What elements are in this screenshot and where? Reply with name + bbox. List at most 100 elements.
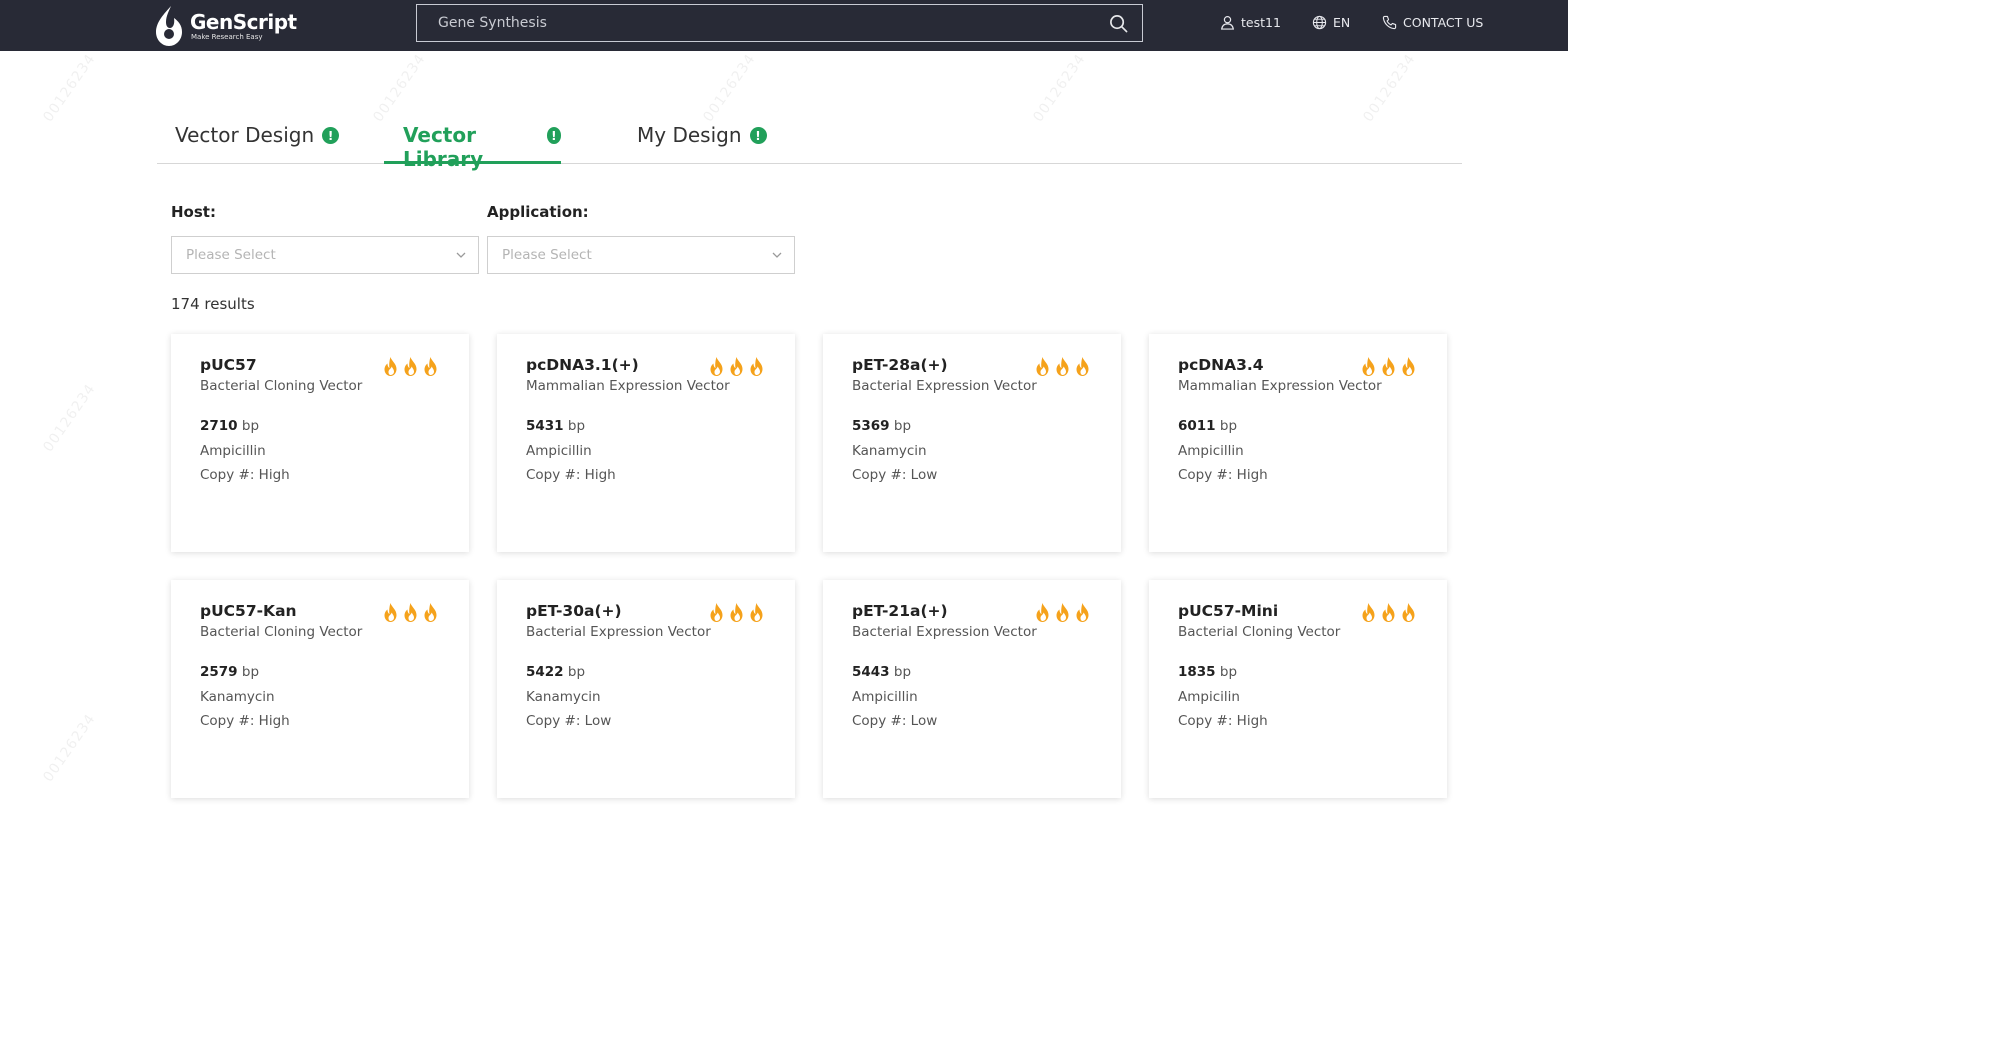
popularity-rating — [708, 602, 765, 623]
vector-size-unit: bp — [1219, 664, 1238, 680]
vector-resistance: Kanamycin — [852, 443, 927, 459]
vector-name: pUC57 — [200, 356, 257, 374]
vector-copy-number: Copy #: High — [200, 713, 290, 729]
watermark: 00126234 — [40, 710, 99, 786]
info-icon[interactable]: ! — [749, 127, 767, 144]
vector-copy-number: Copy #: High — [1178, 713, 1268, 729]
vector-name: pET-21a(+) — [852, 602, 948, 620]
vector-size: 1835 bp — [1178, 664, 1237, 680]
tab-label: My Design — [637, 123, 742, 147]
brand-tagline: Make Research Easy — [191, 32, 263, 41]
flame-icon — [1056, 357, 1069, 376]
watermark: 00126234 — [40, 50, 99, 126]
tab-vector-library[interactable]: Vector Library ! — [384, 109, 561, 171]
flame-icon — [424, 357, 437, 376]
flame-icon — [404, 603, 417, 622]
vector-resistance: Ampicillin — [852, 689, 918, 705]
language-label: EN — [1333, 15, 1351, 30]
host-select-placeholder: Please Select — [186, 247, 276, 263]
vector-size-value: 5369 — [852, 418, 890, 434]
vector-copy-number: Copy #: Low — [852, 467, 938, 483]
vector-type: Mammalian Expression Vector — [526, 378, 730, 394]
logo-drop-icon — [156, 5, 182, 46]
flame-icon — [1382, 357, 1395, 376]
info-icon[interactable]: ! — [322, 127, 340, 144]
vector-name: pUC57-Kan — [200, 602, 297, 620]
username: test11 — [1241, 15, 1281, 30]
vector-size: 6011 bp — [1178, 418, 1237, 434]
language-selector[interactable]: EN — [1312, 0, 1350, 45]
top-header: GenScript Make Research Easy test11 EN — [0, 0, 1568, 51]
vector-type: Mammalian Expression Vector — [1178, 378, 1382, 394]
application-select[interactable]: Please Select — [487, 236, 795, 274]
vector-resistance: Ampicillin — [1178, 443, 1244, 459]
flame-icon — [730, 357, 743, 376]
flame-icon — [404, 357, 417, 376]
vector-size-unit: bp — [893, 418, 912, 434]
host-select[interactable]: Please Select — [171, 236, 479, 274]
flame-icon — [1076, 357, 1089, 376]
flame-icon — [1076, 603, 1089, 622]
vector-name: pcDNA3.4 — [1178, 356, 1264, 374]
vector-size: 5443 bp — [852, 664, 911, 680]
host-label: Host: — [171, 203, 216, 221]
popularity-rating — [1360, 356, 1417, 377]
vector-type: Bacterial Cloning Vector — [1178, 624, 1341, 640]
vector-card[interactable]: pUC57 Bacterial Cloning Vector 2710 bp A… — [171, 334, 469, 552]
vector-card[interactable]: pUC57-Kan Bacterial Cloning Vector 2579 … — [171, 580, 469, 798]
search-icon[interactable] — [1109, 14, 1128, 33]
genscript-logo[interactable]: GenScript Make Research Easy — [152, 0, 297, 51]
vector-size: 5369 bp — [852, 418, 911, 434]
vector-size-value: 6011 — [1178, 418, 1216, 434]
flame-icon — [1362, 357, 1375, 376]
flame-icon — [424, 603, 437, 622]
vector-resistance: Kanamycin — [200, 689, 275, 705]
flame-icon — [384, 603, 397, 622]
vector-card[interactable]: pET-21a(+) Bacterial Expression Vector 5… — [823, 580, 1121, 798]
chevron-down-icon — [456, 252, 466, 258]
vector-name: pET-28a(+) — [852, 356, 948, 374]
popularity-rating — [382, 356, 439, 377]
vector-type: Bacterial Expression Vector — [526, 624, 711, 640]
info-icon[interactable]: ! — [546, 127, 561, 144]
contact-us-link[interactable]: CONTACT US — [1382, 0, 1483, 45]
flame-icon — [1402, 357, 1415, 376]
vector-size-unit: bp — [567, 664, 586, 680]
search-input[interactable] — [438, 15, 1109, 31]
tab-my-design[interactable]: My Design ! — [637, 109, 767, 164]
flame-icon — [1362, 603, 1375, 622]
vector-size-value: 1835 — [1178, 664, 1216, 680]
vector-resistance: Ampicilin — [1178, 689, 1240, 705]
vector-name: pcDNA3.1(+) — [526, 356, 639, 374]
vector-type: Bacterial Cloning Vector — [200, 624, 363, 640]
contact-label: CONTACT US — [1403, 15, 1484, 30]
tab-label: Vector Design — [175, 123, 315, 147]
vector-type: Bacterial Expression Vector — [852, 624, 1037, 640]
vector-resistance: Kanamycin — [526, 689, 601, 705]
vector-size-value: 5422 — [526, 664, 564, 680]
vector-size-value: 5431 — [526, 418, 564, 434]
flame-icon — [710, 603, 723, 622]
vector-size-value: 2579 — [200, 664, 238, 680]
vector-name: pET-30a(+) — [526, 602, 622, 620]
vector-card[interactable]: pET-28a(+) Bacterial Expression Vector 5… — [823, 334, 1121, 552]
flame-icon — [384, 357, 397, 376]
vector-card[interactable]: pcDNA3.4 Mammalian Expression Vector 601… — [1149, 334, 1447, 552]
vector-size-unit: bp — [1219, 418, 1238, 434]
vector-name: pUC57-Mini — [1178, 602, 1279, 620]
flame-icon — [1056, 603, 1069, 622]
phone-icon — [1382, 15, 1397, 30]
vector-type: Bacterial Expression Vector — [852, 378, 1037, 394]
vector-type: Bacterial Cloning Vector — [200, 378, 363, 394]
vector-size: 5422 bp — [526, 664, 585, 680]
tab-bar: Vector Design ! Vector Library ! My Desi… — [157, 109, 1462, 171]
vector-card[interactable]: pUC57-Mini Bacterial Cloning Vector 1835… — [1149, 580, 1447, 798]
user-menu[interactable]: test11 — [1220, 0, 1281, 45]
vector-card[interactable]: pET-30a(+) Bacterial Expression Vector 5… — [497, 580, 795, 798]
vector-card[interactable]: pcDNA3.1(+) Mammalian Expression Vector … — [497, 334, 795, 552]
vector-size-value: 5443 — [852, 664, 890, 680]
tab-vector-design[interactable]: Vector Design ! — [175, 109, 340, 164]
brand-name: GenScript — [190, 9, 297, 34]
popularity-rating — [708, 356, 765, 377]
popularity-rating — [1360, 602, 1417, 623]
